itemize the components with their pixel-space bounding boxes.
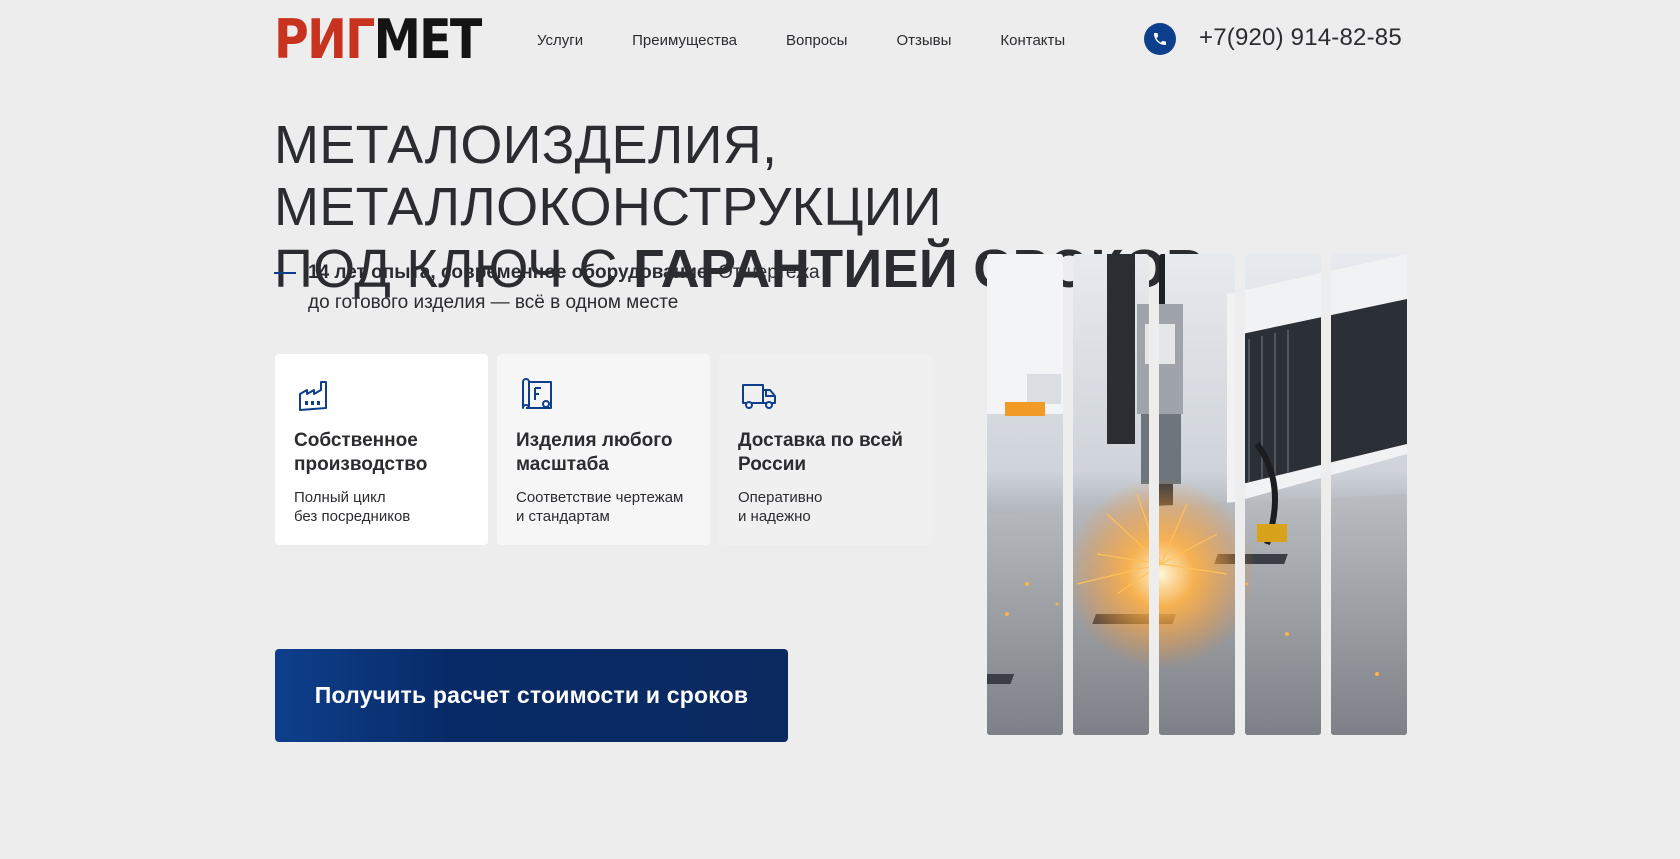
logo-part-dark: МЕТ — [373, 8, 483, 71]
photo-strip-image — [1159, 254, 1235, 735]
logo-part-red: РИГ — [274, 8, 375, 71]
feature-card-scale: Изделия любого масштаба Соответствие чер… — [497, 354, 710, 545]
nav-link-advantages[interactable]: Преимущества — [632, 30, 737, 52]
feature-desc-line2: без посредников — [294, 508, 411, 525]
feature-desc-line1: Соответствие чертежам — [516, 489, 684, 506]
nav-link-contacts[interactable]: Контакты — [1000, 30, 1065, 52]
feature-cards: Собственное производство Полный цикл без … — [275, 354, 941, 545]
photo-strip-image — [987, 254, 1063, 735]
photo-strip — [1073, 254, 1149, 735]
feature-desc: Оперативно и надежно — [738, 488, 928, 526]
truck-icon — [742, 384, 776, 409]
site-header: РИГМЕТ Услуги Преимущества Вопросы Отзыв… — [0, 0, 1680, 82]
accent-dash — [274, 272, 296, 274]
blueprint-icon — [522, 378, 552, 409]
photo-strip-image — [1245, 254, 1321, 735]
feature-card-production: Собственное производство Полный цикл без … — [275, 354, 488, 545]
photo-strip — [1245, 254, 1321, 735]
nav-link-reviews[interactable]: Отзывы — [896, 30, 951, 52]
hero-photo-laser-cutting — [987, 254, 1407, 735]
feature-desc: Полный цикл без посредников — [294, 488, 484, 526]
phone-glyph — [1154, 33, 1166, 45]
main-nav: Услуги Преимущества Вопросы Отзывы Конта… — [537, 30, 1114, 52]
feature-desc-line2: и надежно — [738, 508, 811, 525]
subtitle-rest: От чертежа — [712, 262, 820, 283]
brand-logo[interactable]: РИГМЕТ — [274, 8, 483, 72]
feature-desc: Соответствие чертежам и стандартам — [516, 488, 706, 526]
photo-strip — [1331, 254, 1407, 735]
hero-subtitle: 14 лет опыта, современное оборудование. … — [274, 258, 834, 318]
nav-link-questions[interactable]: Вопросы — [786, 30, 847, 52]
feature-desc-line2: и стандартам — [516, 508, 610, 525]
subtitle-bold: 14 лет опыта, современное оборудование. — [308, 262, 713, 283]
feature-title: Доставка по всей России — [738, 430, 903, 475]
get-quote-button[interactable]: Получить расчет стоимости и сроков — [275, 649, 788, 742]
phone-icon[interactable] — [1144, 23, 1176, 55]
feature-card-delivery: Доставка по всей России Оперативно и наде… — [719, 354, 932, 545]
factory-icon — [299, 381, 327, 411]
feature-title: Изделия любого масштаба — [516, 430, 673, 475]
subtitle-text: 14 лет опыта, современное оборудование. … — [274, 258, 834, 318]
nav-link-services[interactable]: Услуги — [537, 30, 583, 52]
photo-strip-image — [1331, 254, 1407, 735]
photo-strip-image — [1073, 254, 1149, 735]
photo-strip — [1159, 254, 1235, 735]
feature-desc-line1: Полный цикл — [294, 489, 386, 506]
subtitle-line2: до готового изделия — всё в одном месте — [308, 292, 679, 313]
phone-number[interactable]: +7(920) 914-82-85 — [1199, 24, 1402, 52]
feature-desc-line1: Оперативно — [738, 489, 823, 506]
photo-strip — [987, 254, 1063, 735]
headline-line1: МЕТАЛОИЗДЕЛИЯ, МЕТАЛЛОКОНСТРУКЦИИ — [274, 115, 942, 237]
feature-title: Собственное производство — [294, 430, 428, 475]
